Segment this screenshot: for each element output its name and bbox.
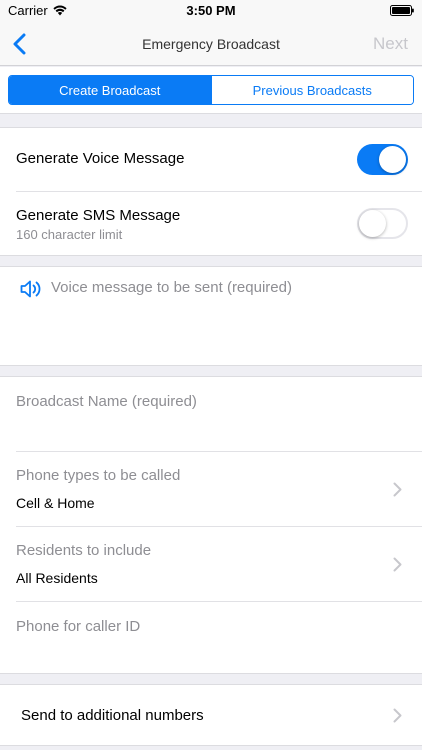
chevron-right-icon	[393, 708, 402, 723]
broadcast-details-section: Broadcast Name (required) Phone types to…	[0, 376, 422, 674]
caller-id-input[interactable]: Phone for caller ID	[16, 618, 140, 635]
voice-toggle-row: Generate Voice Message	[16, 128, 422, 191]
voice-message-section[interactable]: Voice message to be sent (required)	[0, 266, 422, 366]
voice-message-toggle[interactable]	[357, 144, 408, 175]
chevron-right-icon	[393, 557, 402, 572]
phone-types-label: Phone types to be called	[16, 467, 181, 484]
toggle-knob	[359, 210, 386, 237]
phone-types-value: Cell & Home	[16, 495, 95, 511]
broadcast-segmented-control: Create Broadcast Previous Broadcasts	[8, 75, 414, 105]
message-type-section: Generate Voice Message Generate SMS Mess…	[0, 127, 422, 256]
sms-character-limit: 160 character limit	[16, 227, 123, 242]
broadcast-name-input[interactable]: Broadcast Name (required)	[16, 393, 197, 410]
next-button[interactable]: Next	[373, 34, 408, 54]
tab-create-broadcast[interactable]: Create Broadcast	[9, 76, 211, 104]
phone-types-row[interactable]: Phone types to be called Cell & Home	[16, 452, 422, 526]
tab-previous-broadcasts[interactable]: Previous Broadcasts	[210, 76, 413, 104]
voice-toggle-label: Generate Voice Message	[16, 150, 185, 167]
sms-message-toggle[interactable]	[357, 208, 408, 239]
residents-row[interactable]: Residents to include All Residents	[16, 527, 422, 601]
speaker-icon	[20, 280, 41, 298]
residents-label: Residents to include	[16, 542, 152, 559]
caller-id-row[interactable]: Phone for caller ID	[16, 602, 422, 674]
navigation-bar: Emergency Broadcast Next	[0, 22, 422, 66]
sms-toggle-label: Generate SMS Message	[16, 207, 181, 224]
page-title: Emergency Broadcast	[142, 36, 280, 52]
sms-toggle-row: Generate SMS Message 160 character limit	[16, 192, 422, 256]
additional-numbers-label: Send to additional numbers	[21, 707, 204, 724]
residents-value: All Residents	[16, 570, 98, 586]
additional-numbers-section[interactable]: Send to additional numbers	[0, 684, 422, 746]
status-bar: Carrier 3:50 PM	[0, 0, 422, 22]
battery-icon	[390, 5, 414, 16]
toggle-knob	[379, 146, 406, 173]
status-time: 3:50 PM	[186, 3, 236, 18]
voice-message-input[interactable]: Voice message to be sent (required)	[51, 279, 292, 296]
segment-container: Create Broadcast Previous Broadcasts	[0, 67, 422, 114]
broadcast-name-row[interactable]: Broadcast Name (required)	[16, 377, 422, 451]
chevron-right-icon	[393, 482, 402, 497]
